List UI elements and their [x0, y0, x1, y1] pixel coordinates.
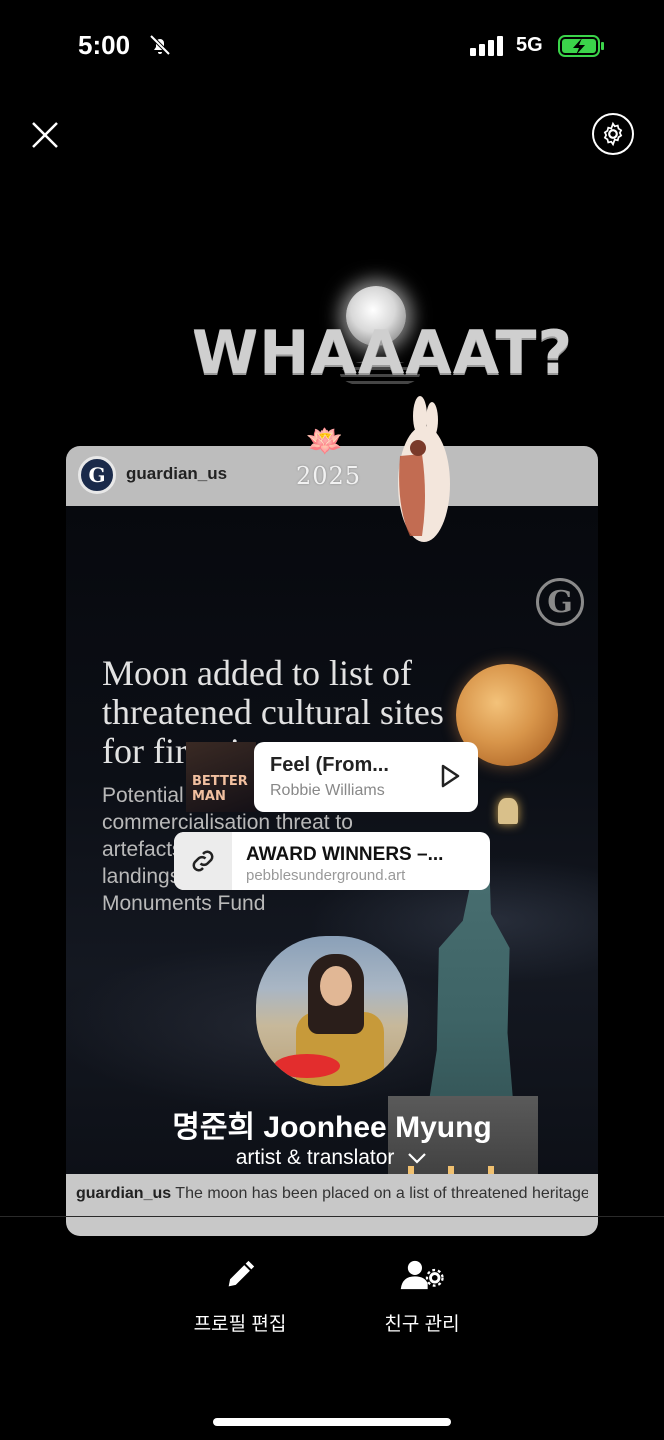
album-cover-text: BETTER MAN	[192, 774, 248, 804]
bunny-sticker-icon[interactable]	[388, 396, 458, 546]
whaaat-sticker[interactable]: WHAAAAT?	[192, 318, 573, 388]
manage-friends-label: 친구 관리	[384, 1314, 460, 1335]
signal-icon	[470, 36, 506, 61]
music-sticker[interactable]: BETTER MAN Feel (From... Robbie Williams	[186, 742, 478, 812]
manage-friends-button[interactable]: 친구 관리	[332, 1258, 512, 1336]
play-icon[interactable]	[440, 764, 460, 793]
pencil-icon	[228, 1260, 255, 1287]
year-sticker[interactable]: 2025	[296, 462, 361, 490]
home-indicator[interactable]	[213, 1418, 451, 1426]
lotus-icon[interactable]: 🪷	[306, 424, 343, 459]
battery-charging-icon	[558, 34, 606, 63]
divider	[0, 1216, 664, 1217]
song-artist: Robbie Williams	[270, 782, 385, 799]
user-settings-icon	[400, 1260, 444, 1290]
link-sticker[interactable]: AWARD WINNERS –... pebblesunderground.ar…	[174, 832, 490, 890]
chevron-down-icon	[408, 1153, 427, 1165]
bell-slash-icon	[148, 33, 172, 62]
guardian-avatar-icon: G	[78, 456, 116, 494]
caption-handle: guardian_us	[76, 1185, 172, 1202]
album-cover: BETTER MAN	[186, 742, 256, 812]
guardian-logo-icon: G	[536, 578, 584, 626]
edit-profile-button[interactable]: 프로필 편집	[150, 1258, 330, 1336]
status-time: 5:00	[78, 30, 131, 60]
post-caption: guardian_us The moon has been placed on …	[66, 1174, 598, 1236]
link-title: AWARD WINNERS –...	[246, 844, 444, 865]
caption-body: The moon has been placed on a list of th…	[175, 1185, 588, 1202]
caption-text: guardian_us The moon has been placed on …	[76, 1184, 588, 1204]
avatar[interactable]	[256, 936, 408, 1086]
close-icon[interactable]	[30, 120, 60, 155]
statue-torch	[498, 798, 518, 824]
post-handle: guardian_us	[126, 464, 228, 483]
song-title: Feel (From...	[270, 754, 389, 776]
avatar-face	[320, 966, 352, 1006]
music-info[interactable]: Feel (From... Robbie Williams	[254, 742, 478, 812]
profile-bio[interactable]: artist & translator	[0, 1146, 664, 1170]
link-icon	[174, 832, 232, 890]
edit-profile-label: 프로필 편집	[193, 1314, 287, 1335]
network-label: 5G	[516, 34, 543, 56]
profile-bio-text: artist & translator	[235, 1146, 395, 1169]
link-url: pebblesunderground.art	[246, 867, 406, 884]
avatar-bowl	[274, 1054, 340, 1078]
gear-icon[interactable]	[592, 113, 634, 155]
profile-name: 명준희 Joonhee Myung	[172, 1111, 492, 1144]
